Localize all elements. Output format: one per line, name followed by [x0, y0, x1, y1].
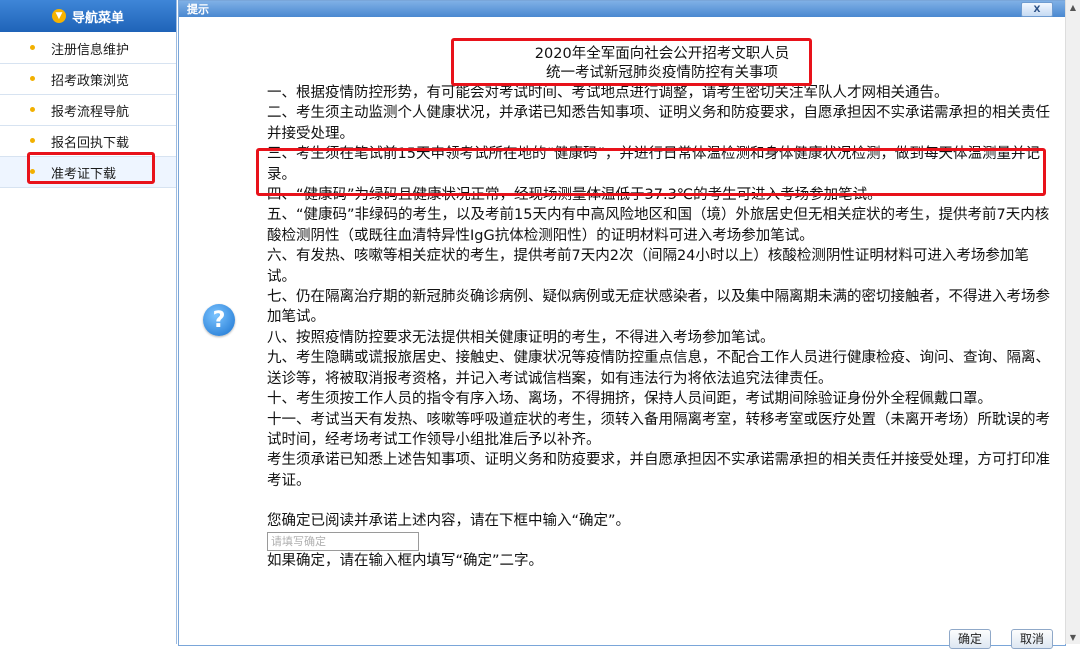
sidebar-item-receipt[interactable]: 报名回执下载	[0, 126, 176, 157]
notice-item-6: 六、有发热、咳嗽等相关症状的考生，提供考前7天内2次（间隔24小时以上）核酸检测…	[267, 248, 1029, 285]
sidebar-item-policy[interactable]: 招考政策浏览	[0, 64, 176, 95]
notice-title-line2: 统一考试新冠肺炎疫情防控有关事项	[546, 65, 778, 81]
chevron-down-icon: ▼	[51, 9, 66, 23]
sidebar-item-admission-ticket[interactable]: 准考证下载	[0, 157, 176, 188]
notice-item-2: 二、考生须主动监测个人健康状况，并承诺已知悉告知事项、证明义务和防疫要求，自愿承…	[267, 105, 1050, 142]
sidebar-item-label: 招考政策浏览	[51, 73, 130, 89]
bullet-icon	[30, 138, 35, 143]
cancel-button-label: 取消	[1019, 632, 1044, 646]
close-icon: X	[1033, 4, 1041, 15]
notice-item-3: 三、考生须在笔试前15天申领考试所在地的“健康码”，并进行日常体温检测和身体健康…	[267, 146, 1040, 183]
sidebar-item-registration[interactable]: 注册信息维护	[0, 33, 176, 64]
scroll-up-icon[interactable]: ▲	[1066, 0, 1080, 14]
bullet-icon	[30, 76, 35, 81]
bullet-icon	[30, 107, 35, 112]
notice-item-1: 一、根据疫情防控形势，有可能会对考试时间、考试地点进行调整，请考生密切关注军队人…	[267, 85, 949, 101]
ok-button[interactable]: 确定	[949, 629, 991, 649]
sidebar-item-label: 准考证下载	[51, 166, 117, 182]
sidebar-item-process[interactable]: 报考流程导航	[0, 95, 176, 126]
scroll-down-icon[interactable]: ▼	[1066, 630, 1080, 644]
notice-dialog: 提示 X ? 2020年全军面向社会公开招考文职人员 统一考试新冠肺炎疫情防控有…	[178, 0, 1066, 649]
vertical-scrollbar[interactable]: ▲ ▼	[1065, 0, 1080, 644]
notice-item-9: 九、考生隐瞒或谎报旅居史、接触史、健康状况等疫情防控重点信息，不配合工作人员进行…	[267, 350, 1050, 387]
notice-item-7: 七、仍在隔离治疗期的新冠肺炎确诊病例、疑似病例或无症状感染者，以及集中隔离期未满…	[267, 289, 1050, 326]
dialog-title-bar: 提示 X	[179, 1, 1065, 17]
sidebar-item-label: 报名回执下载	[51, 135, 130, 151]
bullet-icon	[30, 169, 35, 174]
notice-title: 2020年全军面向社会公开招考文职人员 统一考试新冠肺炎疫情防控有关事项	[267, 45, 1057, 83]
sidebar-item-label: 注册信息维护	[51, 42, 130, 58]
sidebar-item-label: 报考流程导航	[51, 104, 130, 120]
cancel-button[interactable]: 取消	[1011, 629, 1053, 649]
nav-menu-header: ▼ 导航菜单	[0, 0, 176, 32]
notice-item-5: 五、“健康码”非绿码的考生，以及考前15天内有中高风险地区和国（境）外旅居史但无…	[267, 207, 1050, 244]
confirm-prompt: 您确定已阅读并承诺上述内容，请在下框中输入“确定”。	[267, 513, 631, 530]
close-button[interactable]: X	[1021, 2, 1053, 17]
confirm-input[interactable]	[267, 531, 419, 551]
bullet-icon	[30, 45, 35, 50]
ok-button-label: 确定	[957, 632, 982, 646]
confirm-hint: 如果确定，请在输入框内填写“确定”二字。	[267, 552, 544, 569]
notice-pledge: 考生须承诺已知悉上述告知事项、证明义务和防疫要求，并自愿承担因不实承诺需承担的相…	[267, 452, 1050, 489]
notice-item-10: 十、考生须按工作人员的指令有序入场、离场，不得拥挤，保持人员间距，考试期间除验证…	[267, 391, 992, 408]
notice-item-11: 十一、考试当天有发热、咳嗽等呼吸道症状的考生，须转入备用隔离考室，转移考室或医疗…	[267, 411, 1050, 448]
notice-item-8: 八、按照疫情防控要求无法提供相关健康证明的考生，不得进入考场参加笔试。	[267, 329, 775, 346]
dialog-title: 提示	[187, 3, 209, 16]
question-icon: ?	[203, 304, 235, 336]
nav-sidebar: ▼ 导航菜单 注册信息维护 招考政策浏览 报考流程导航 报名回执下载 准考证下载	[0, 0, 177, 644]
notice-content: 2020年全军面向社会公开招考文职人员 统一考试新冠肺炎疫情防控有关事项 一、根…	[267, 45, 1057, 571]
notice-title-line1: 2020年全军面向社会公开招考文职人员	[534, 46, 790, 62]
nav-menu-title: 导航菜单	[71, 10, 124, 26]
notice-item-4: 四、“健康码”为绿码且健康状况正常，经现场测量体温低于37.3℃的考生可进入考场…	[267, 187, 882, 204]
